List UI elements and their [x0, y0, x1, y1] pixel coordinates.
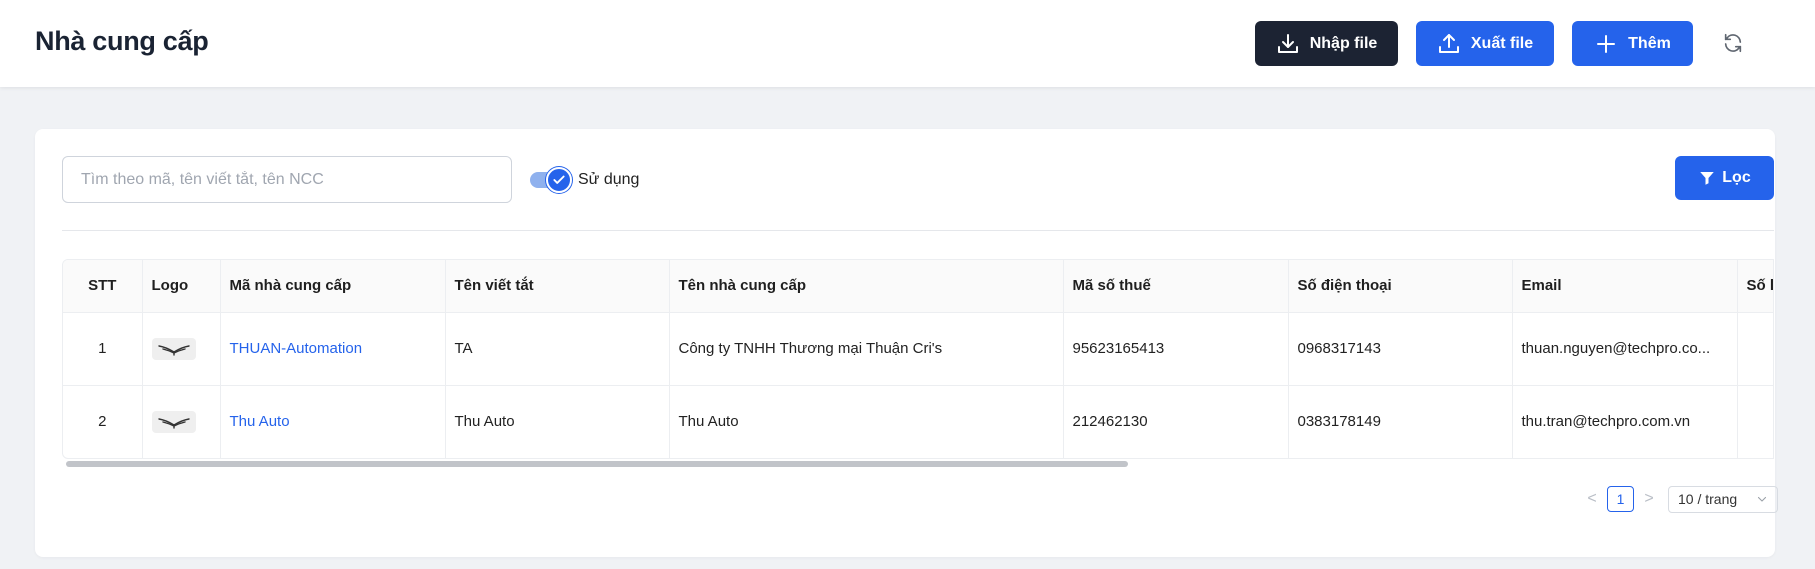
- cell-name: Thu Auto: [669, 385, 1064, 458]
- export-file-label: Xuất file: [1470, 34, 1534, 52]
- download-icon: [1277, 33, 1298, 53]
- cell-short-name: Thu Auto: [445, 385, 670, 458]
- divider: [62, 230, 1774, 231]
- toggle-knob: [546, 167, 572, 193]
- filter-button[interactable]: Lọc: [1675, 156, 1774, 200]
- refresh-button[interactable]: [1720, 30, 1746, 56]
- column-header-code[interactable]: Mã nhà cung cấp: [220, 260, 446, 313]
- add-button[interactable]: Thêm: [1572, 21, 1693, 66]
- chevron-down-icon: [1757, 496, 1767, 502]
- table-header-row: STT Logo Mã nhà cung cấp Tên viết tắt Tê…: [63, 260, 1773, 313]
- supplier-card: Sử dụng Lọc STT Logo Mã nhà cung cấp Tên…: [35, 129, 1778, 557]
- filter-icon: [1700, 172, 1715, 185]
- cell-stt: 1: [63, 312, 143, 386]
- supplier-code-link[interactable]: Thu Auto: [230, 413, 290, 430]
- cell-email: thuan.nguyen@techpro.co...: [1512, 312, 1738, 386]
- check-icon: [553, 175, 565, 184]
- horizontal-scrollbar[interactable]: [62, 459, 1774, 467]
- page-1-button[interactable]: 1: [1607, 486, 1634, 512]
- plus-icon: [1597, 34, 1616, 53]
- page-size-select[interactable]: 10 / trang: [1668, 485, 1778, 513]
- add-label: Thêm: [1628, 34, 1671, 52]
- import-file-button[interactable]: Nhập file: [1255, 21, 1398, 66]
- table-row[interactable]: 1 THUAN-Automation TA Công ty TNHH Thươn…: [63, 312, 1773, 386]
- filter-label: Lọc: [1722, 169, 1751, 186]
- cell-tax-code: 212462130: [1063, 385, 1289, 458]
- page-title: Nhà cung cấp: [35, 26, 209, 56]
- cell-name: Công ty TNHH Thương mại Thuận Cri's: [669, 312, 1064, 386]
- column-header-logo[interactable]: Logo: [142, 260, 221, 313]
- in-use-toggle[interactable]: Sử dụng: [530, 167, 639, 193]
- cell-short-name: TA: [445, 312, 670, 386]
- upload-icon: [1438, 33, 1459, 53]
- toggle-track: [530, 167, 572, 193]
- column-header-email[interactable]: Email: [1512, 260, 1738, 313]
- cell-phone: 0383178149: [1288, 385, 1513, 458]
- page-size-label: 10 / trang: [1678, 491, 1738, 507]
- column-header-phone[interactable]: Số điện thoại: [1288, 260, 1513, 313]
- refresh-icon: [1724, 33, 1742, 53]
- cell-email: thu.tran@techpro.com.vn: [1512, 385, 1738, 458]
- prev-page-button[interactable]: <: [1585, 490, 1599, 508]
- wings-logo-icon: [157, 417, 190, 429]
- supplier-table: STT Logo Mã nhà cung cấp Tên viết tắt Tê…: [62, 259, 1774, 459]
- column-header-name[interactable]: Tên nhà cung cấp: [669, 260, 1064, 313]
- toggle-label: Sử dụng: [578, 171, 640, 188]
- column-header-tax-code[interactable]: Mã số thuế: [1063, 260, 1289, 313]
- supplier-logo: [151, 337, 196, 360]
- column-header-short-name[interactable]: Tên viết tắt: [445, 260, 670, 313]
- next-page-button[interactable]: >: [1642, 490, 1656, 508]
- table-row[interactable]: 2 Thu Auto Thu Auto Thu Auto 212462130 0…: [63, 385, 1773, 458]
- cell-code: Thu Auto: [220, 385, 446, 458]
- column-header-stt[interactable]: STT: [63, 260, 143, 313]
- cell-tax-code: 95623165413: [1063, 312, 1289, 386]
- cell-quantity: [1737, 312, 1773, 386]
- cell-stt: 2: [63, 385, 143, 458]
- scrollbar-thumb[interactable]: [66, 461, 1128, 467]
- pagination: < 1 > 10 / trang: [1585, 485, 1778, 513]
- cell-quantity: [1737, 385, 1773, 458]
- import-file-label: Nhập file: [1309, 34, 1378, 52]
- page-header: Nhà cung cấp Nhập file Xuất file Thêm: [0, 0, 1815, 87]
- search-input[interactable]: [62, 156, 512, 203]
- column-header-quantity[interactable]: Số l: [1737, 260, 1773, 313]
- cell-phone: 0968317143: [1288, 312, 1513, 386]
- cell-logo: [142, 385, 221, 458]
- cell-code: THUAN-Automation: [220, 312, 446, 386]
- supplier-logo: [151, 410, 196, 433]
- wings-logo-icon: [157, 344, 190, 356]
- export-file-button[interactable]: Xuất file: [1416, 21, 1554, 66]
- supplier-code-link[interactable]: THUAN-Automation: [230, 340, 363, 357]
- cell-logo: [142, 312, 221, 386]
